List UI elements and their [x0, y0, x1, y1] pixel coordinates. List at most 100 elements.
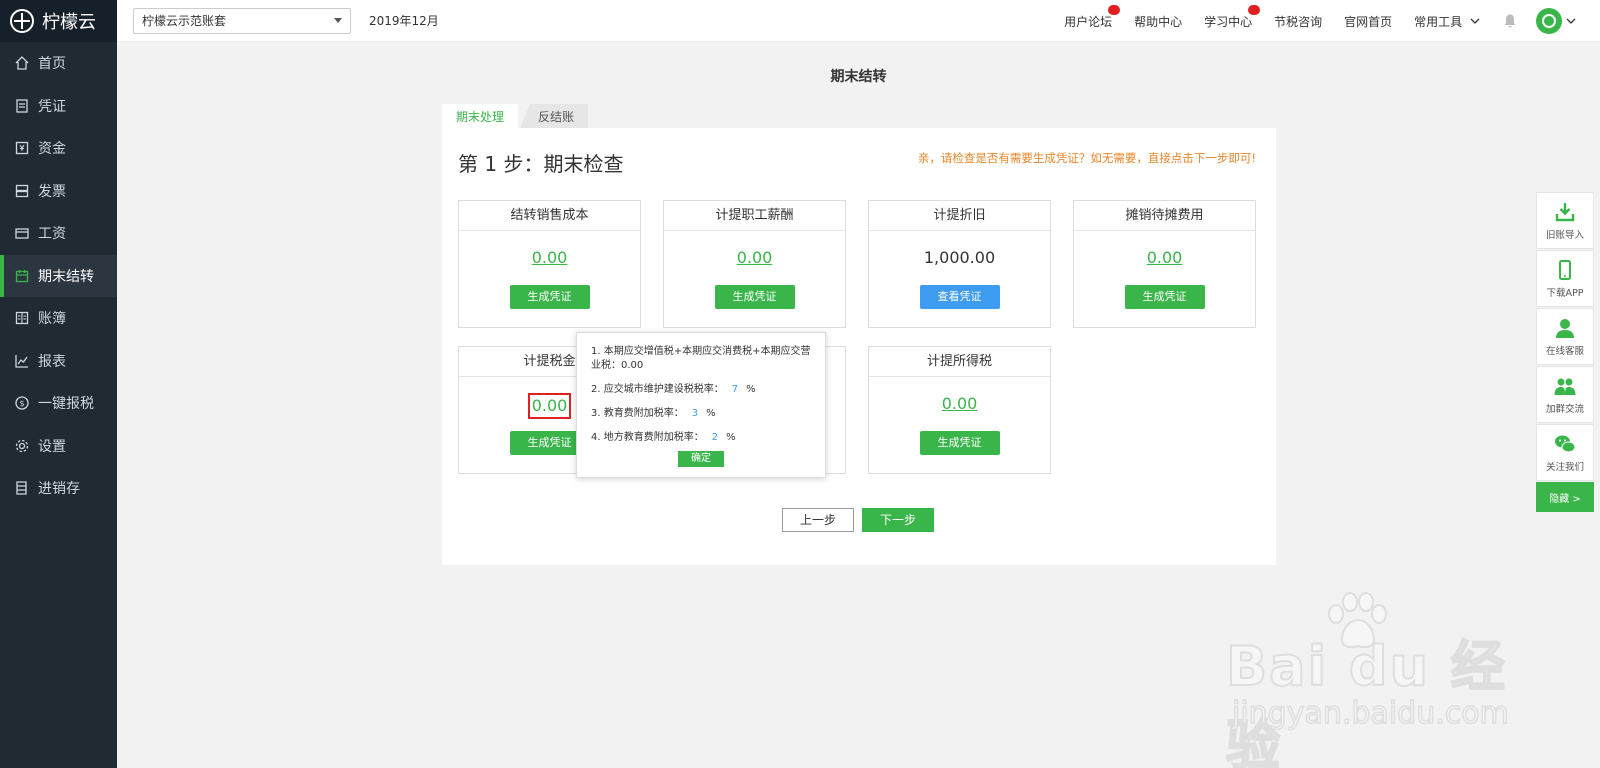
generate-voucher-button[interactable]: 生成凭证 [714, 285, 795, 309]
card-value[interactable]: 0.00 [869, 393, 1050, 415]
card-value[interactable]: 0.00 [527, 393, 572, 419]
sidebar-item-period-end[interactable]: 期末结转 [0, 254, 117, 297]
float-label: 关注我们 [1545, 461, 1584, 473]
salary-icon [14, 225, 30, 241]
lemon-logo-icon [10, 9, 34, 33]
card-sales-cost: 结转销售成本 0.00 生成凭证 [458, 200, 641, 328]
app-logo[interactable]: 柠檬云 [0, 0, 117, 42]
watermark-url: jingyan.baidu.com [1231, 695, 1509, 732]
local-edu-tax-rate-input[interactable]: 2 [712, 432, 718, 443]
svg-text:$: $ [19, 399, 24, 408]
sidebar-item-voucher[interactable]: 凭证 [0, 85, 117, 128]
import-old-books-button[interactable]: 旧账导入 [1536, 192, 1594, 249]
next-step-button[interactable]: 下一步 [862, 508, 934, 532]
tax-rate-popup: 1. 本期应交增值税+本期应交消费税+本期应交营业税：0.00 2. 应交城市维… [576, 332, 826, 478]
app-name: 柠檬云 [42, 12, 96, 33]
card-value[interactable]: 0.00 [664, 247, 845, 269]
float-label: 旧账导入 [1545, 229, 1584, 241]
bell-icon[interactable] [1502, 13, 1518, 29]
page-title: 期末结转 [830, 69, 887, 85]
link-label: 学习中心 [1204, 14, 1253, 29]
sidebar-item-home[interactable]: 首页 [0, 42, 117, 85]
calendar-icon [14, 268, 30, 284]
sidebar-item-label: 进销存 [38, 481, 80, 498]
card-title: 结转销售成本 [459, 201, 640, 231]
view-voucher-button[interactable]: 查看凭证 [919, 285, 1000, 309]
generate-voucher-button[interactable]: 生成凭证 [509, 285, 590, 309]
percent-sign: % [726, 432, 736, 443]
sidebar-item-inventory[interactable]: 进销存 [0, 467, 117, 510]
link-learning-center[interactable]: 学习中心 [1204, 4, 1261, 30]
card-title: 摊销待摊费用 [1074, 201, 1255, 231]
follow-us-button[interactable]: 关注我们 [1536, 424, 1594, 481]
sidebar-item-settings[interactable]: 设置 [0, 425, 117, 468]
common-tools-menu[interactable]: 常用工具 [1414, 13, 1480, 30]
chart-icon [14, 353, 30, 369]
account-set-select[interactable]: 柠檬云示范账套 [133, 7, 351, 34]
link-help-center[interactable]: 帮助中心 [1134, 13, 1182, 30]
card-value: 1,000.00 [923, 248, 996, 267]
download-icon [1555, 202, 1575, 221]
link-label: 用户论坛 [1064, 14, 1113, 29]
link-official-site[interactable]: 官网首页 [1344, 13, 1392, 30]
link-user-forum[interactable]: 用户论坛 [1064, 4, 1121, 30]
chevron-down-icon[interactable] [1566, 16, 1576, 26]
prev-step-button[interactable]: 上一步 [782, 508, 854, 532]
sidebar-item-label: 账簿 [38, 311, 66, 328]
sidebar-item-salary[interactable]: 工资 [0, 212, 117, 255]
card-title: 计提折旧 [869, 201, 1050, 231]
hide-toolbar-button[interactable]: 隐藏 > [1536, 482, 1594, 512]
chevron-down-icon [334, 18, 342, 23]
avatar-logo-icon [1542, 14, 1556, 28]
step-title: 第 1 步：期末检查 [458, 152, 624, 176]
sidebar-item-tax[interactable]: $ 一键报税 [0, 382, 117, 425]
popup-confirm-button[interactable]: 确定 [678, 451, 724, 467]
card-value[interactable]: 0.00 [1074, 247, 1255, 269]
hot-badge [1248, 4, 1261, 15]
right-float-toolbar: 旧账导入 下载APP 在线客服 加群交流 关注我们 隐藏 > [1536, 192, 1594, 512]
step-hint: 亲，请检查是否有需要生成凭证？如无需要，直接点击下一步即可! [917, 151, 1256, 165]
tab-period-end-process[interactable]: 期末处理 [442, 104, 519, 128]
card-prepaid-amortization: 摊销待摊费用 0.00 生成凭证 [1073, 200, 1256, 328]
sidebar: 柠檬云 首页 凭证 资金 发票 工资 期末结转 账簿 报表 $ 一键报税 设置 [0, 0, 117, 768]
baidu-watermark: Bai du 经验 jingyan.baidu.com [1225, 592, 1526, 768]
percent-sign: % [746, 384, 756, 395]
gear-icon [14, 438, 30, 454]
avatar[interactable] [1536, 8, 1562, 34]
card-value[interactable]: 0.00 [459, 247, 640, 269]
popup-label: 2. 应交城市维护建设税税率： [591, 384, 724, 395]
float-label: 下载APP [1546, 287, 1584, 299]
card-income-tax: 计提所得税 0.00 生成凭证 [868, 346, 1051, 474]
generate-voucher-button[interactable]: 生成凭证 [919, 431, 1000, 455]
percent-sign: % [706, 408, 716, 419]
sidebar-item-label: 资金 [38, 141, 66, 158]
edu-tax-rate-input[interactable]: 3 [692, 408, 698, 419]
home-icon [14, 55, 30, 71]
online-support-button[interactable]: 在线客服 [1536, 308, 1594, 365]
card-title: 计提职工薪酬 [664, 201, 845, 231]
popup-label: 3. 教育费附加税率： [591, 408, 684, 419]
sidebar-item-label: 一键报税 [38, 396, 94, 413]
voucher-icon [14, 98, 30, 114]
sidebar-item-fund[interactable]: 资金 [0, 127, 117, 170]
city-tax-rate-input[interactable]: 7 [732, 384, 738, 395]
sidebar-item-invoice[interactable]: 发票 [0, 170, 117, 213]
card-title: 计提所得税 [869, 347, 1050, 377]
top-links: 用户论坛 帮助中心 学习中心 节税咨询 官网首页 常用工具 [1042, 0, 1576, 42]
popup-line-vat: 1. 本期应交增值税+本期应交消费税+本期应交营业税：0.00 [591, 346, 811, 371]
wechat-icon [1555, 435, 1576, 452]
download-app-button[interactable]: 下载APP [1536, 250, 1594, 307]
ledger-icon [14, 310, 30, 326]
sidebar-item-ledger[interactable]: 账簿 [0, 297, 117, 340]
link-tax-consult[interactable]: 节税咨询 [1274, 13, 1322, 30]
account-set-value: 柠檬云示范账套 [142, 14, 227, 28]
fund-icon [14, 140, 30, 156]
tab-reverse-close[interactable]: 反结账 [520, 104, 589, 128]
generate-voucher-button[interactable]: 生成凭证 [1124, 285, 1205, 309]
sidebar-item-report[interactable]: 报表 [0, 340, 117, 383]
current-period: 2019年12月 [369, 14, 439, 28]
join-group-button[interactable]: 加群交流 [1536, 366, 1594, 423]
group-icon [1554, 378, 1576, 395]
sidebar-item-label: 设置 [38, 438, 66, 455]
tax-icon: $ [14, 395, 30, 411]
